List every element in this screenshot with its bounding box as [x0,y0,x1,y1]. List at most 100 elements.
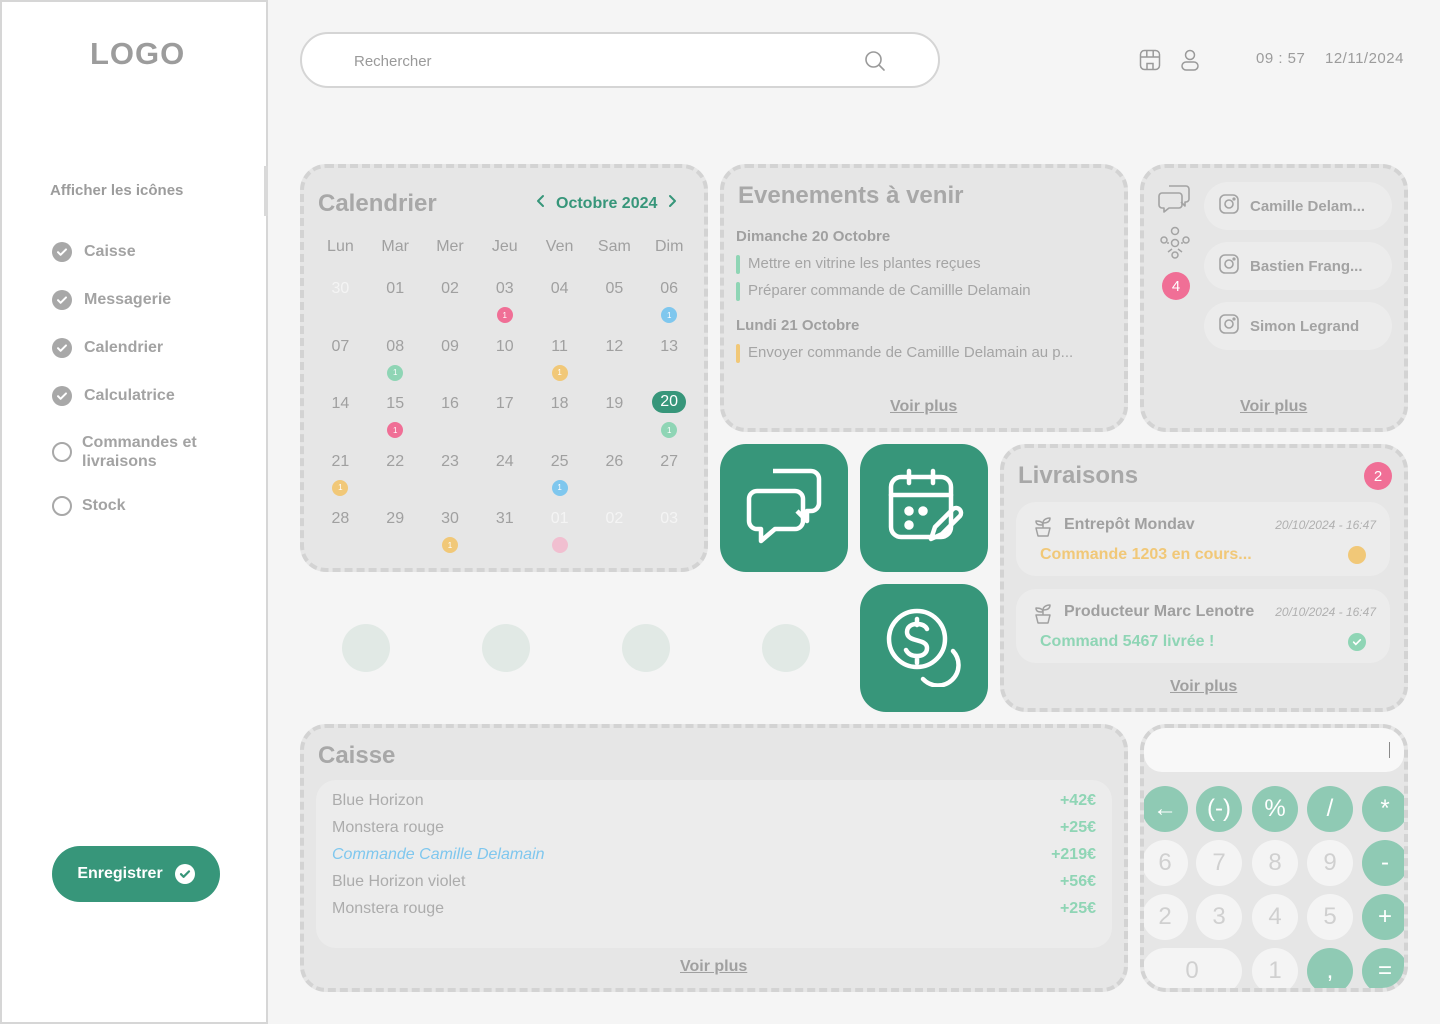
cash-tile[interactable] [860,584,988,712]
checked-icon[interactable] [52,338,72,358]
contact-item[interactable]: Bastien Frang... [1204,242,1392,290]
calc-key[interactable]: , [1307,948,1353,988]
event-dot[interactable]: 1 [387,422,404,438]
calendar-day[interactable]: 29 [368,506,423,564]
calendar-day[interactable]: 12 [587,334,642,392]
events-more-link[interactable]: Voir plus [890,398,957,416]
calc-key[interactable]: 5 [1307,894,1353,940]
checked-icon[interactable] [52,290,72,310]
chat-icon[interactable] [1158,182,1192,221]
calendar-tile[interactable] [860,444,988,572]
option-messagerie[interactable]: Messagerie [52,290,171,310]
option-caisse[interactable]: Caisse [52,242,136,262]
calendar-day[interactable]: 06 1 [642,276,697,334]
event-dot[interactable]: 1 [387,364,404,381]
calc-key[interactable]: 2 [1144,894,1188,940]
event-item[interactable]: Mettre en vitrine les plantes reçues [736,255,981,274]
search-bar[interactable] [300,32,940,88]
calc-key[interactable]: 0 [1144,948,1242,988]
calc-key[interactable]: 9 [1307,840,1353,886]
user-icon[interactable] [1178,48,1202,77]
calendar-day[interactable]: 02 [423,276,478,334]
group-icon[interactable] [1158,226,1192,265]
calendar-day[interactable]: 15 1 [368,391,423,449]
radio-icon[interactable] [52,496,72,516]
calendar-day[interactable]: 24 [477,449,532,507]
radio-icon[interactable] [52,442,72,462]
calendar-day[interactable]: 02 [587,506,642,564]
calendar-day[interactable]: 30 [313,276,368,334]
empty-slot[interactable] [482,624,530,672]
calc-key[interactable]: 6 [1144,840,1188,886]
calendar-day[interactable]: 03 [642,506,697,564]
calendar-day[interactable]: 21 1 [313,449,368,507]
event-dot[interactable]: 1 [661,307,678,323]
calc-key[interactable]: % [1252,786,1298,832]
option-stock[interactable]: Stock [52,496,126,516]
calendar-day[interactable]: 01 [368,276,423,334]
calendar-day[interactable]: 18 [532,391,587,449]
order-link[interactable]: Commande Camille Delamain [332,846,545,864]
calendar-day[interactable]: 31 [477,506,532,564]
checked-icon[interactable] [52,386,72,406]
calendar-day[interactable]: 09 [423,334,478,392]
calc-key[interactable]: 4 [1252,894,1298,940]
event-dot[interactable]: 1 [332,479,349,496]
calendar-day[interactable]: 30 1 [423,506,478,564]
event-dot[interactable]: 1 [551,364,568,381]
calendar-day[interactable]: 11 1 [532,334,587,392]
calendar-day[interactable]: 27 [642,449,697,507]
option-calculatrice[interactable]: Calculatrice [52,386,175,406]
calendar-day[interactable]: 04 [532,276,587,334]
calc-key[interactable]: 8 [1252,840,1298,886]
calendar-day[interactable]: 25 1 [532,449,587,507]
save-button[interactable]: Enregistrer [52,846,220,902]
event-dot[interactable]: 1 [496,307,513,323]
calc-key[interactable]: (-) [1196,786,1242,832]
calendar-day[interactable]: 14 [313,391,368,449]
option-calendrier[interactable]: Calendrier [52,338,163,358]
contact-item[interactable]: Camille Delam... [1204,182,1392,230]
calendar-day[interactable]: 16 [423,391,478,449]
calc-key[interactable]: ← [1144,786,1188,832]
empty-slot[interactable] [342,624,390,672]
calc-key[interactable]: * [1362,786,1404,832]
calendar-day[interactable]: 22 [368,449,423,507]
calendar-day[interactable]: 13 [642,334,697,392]
calc-key[interactable]: / [1307,786,1353,832]
calendar-day[interactable]: 23 [423,449,478,507]
chevron-right-icon[interactable] [667,194,677,213]
calc-key[interactable]: 3 [1196,894,1242,940]
calendar-day-today[interactable]: 20 1 [642,391,697,449]
empty-slot[interactable] [622,624,670,672]
calendar-day[interactable]: 17 [477,391,532,449]
messaging-tile[interactable] [720,444,848,572]
search-input[interactable] [354,48,834,74]
checked-icon[interactable] [52,242,72,262]
contact-item[interactable]: Simon Legrand [1204,302,1392,350]
calc-key[interactable]: 1 [1252,948,1298,988]
empty-slot[interactable] [762,624,810,672]
event-dot[interactable] [551,537,568,553]
delivery-item[interactable]: Producteur Marc Lenotre 20/10/2024 - 16:… [1016,589,1390,663]
calc-key[interactable]: = [1362,948,1404,988]
deliveries-more-link[interactable]: Voir plus [1170,678,1237,696]
calendar-day[interactable]: 01 [532,506,587,564]
store-icon[interactable] [1138,48,1162,77]
event-item[interactable]: Envoyer commande de Camillle Delamain au… [736,344,1073,363]
calendar-day[interactable]: 10 [477,334,532,392]
sidebar-scrollbar[interactable] [264,166,268,216]
calendar-day[interactable]: 05 [587,276,642,334]
delivery-item[interactable]: Entrepôt Mondav 20/10/2024 - 16:47 Comma… [1016,502,1390,576]
calculator-display[interactable] [1144,728,1404,772]
calendar-day[interactable]: 28 [313,506,368,564]
event-dot[interactable]: 1 [551,479,568,496]
option-commandes-livraisons[interactable]: Commandes et livraisons [52,433,197,471]
calendar-day[interactable]: 08 1 [368,334,423,392]
calc-key[interactable]: - [1362,840,1404,886]
event-item[interactable]: Préparer commande de Camillle Delamain [736,282,1031,301]
event-dot[interactable]: 1 [661,422,678,438]
calendar-day[interactable]: 26 [587,449,642,507]
messages-more-link[interactable]: Voir plus [1240,398,1307,416]
calendar-day[interactable]: 07 [313,334,368,392]
